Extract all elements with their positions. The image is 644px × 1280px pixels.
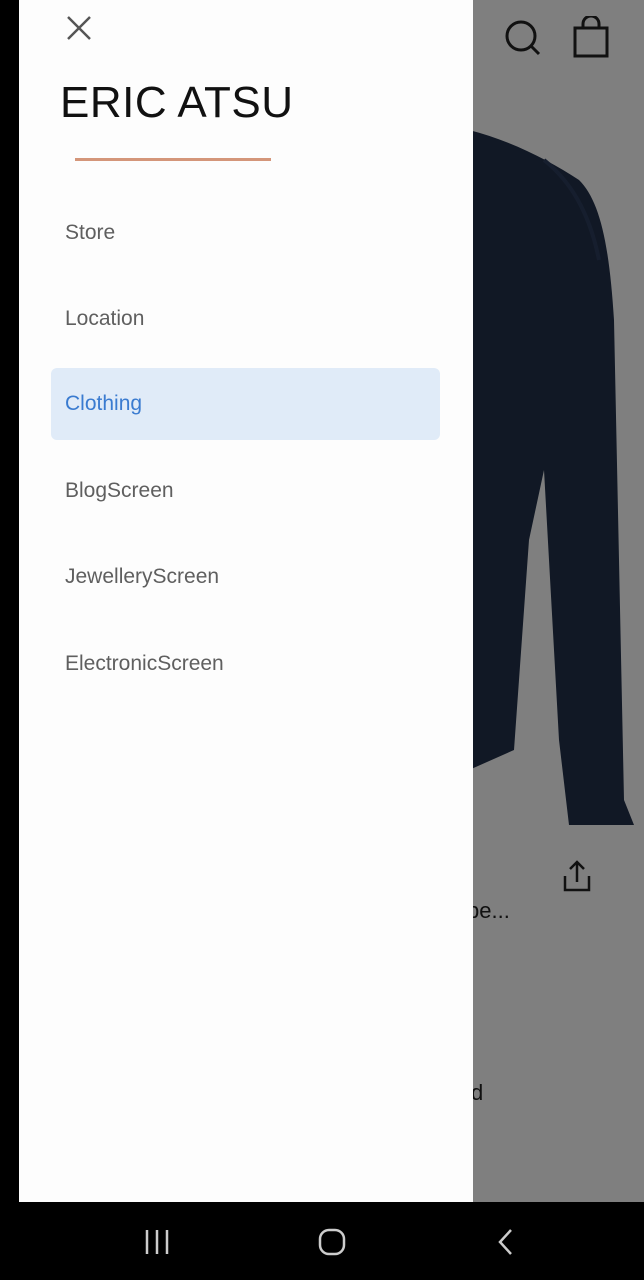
nav-item-store[interactable]: Store <box>51 197 440 269</box>
recent-apps-icon <box>145 1230 169 1254</box>
nav-item-label: BlogScreen <box>65 479 174 502</box>
nav-item-label: JewelleryScreen <box>65 565 220 588</box>
nav-item-location[interactable]: Location <box>51 283 440 355</box>
close-button[interactable] <box>59 8 99 48</box>
back-button[interactable] <box>476 1222 536 1262</box>
nav-item-jewelleryscreen[interactable]: JewelleryScreen <box>51 541 440 613</box>
recent-apps-button[interactable] <box>127 1222 187 1262</box>
nav-item-electronicscreen[interactable]: ElectronicScreen <box>51 628 440 700</box>
nav-item-clothing[interactable]: Clothing <box>51 368 440 440</box>
system-navigation-bar <box>0 1202 644 1280</box>
home-button[interactable] <box>302 1222 362 1262</box>
app-screen: pe... d ERIC ATSU Store Location Clothin… <box>19 0 644 1202</box>
home-icon <box>318 1228 346 1256</box>
navigation-drawer: ERIC ATSU Store Location Clothing BlogSc… <box>19 0 473 1202</box>
title-underline <box>75 158 271 161</box>
nav-item-label: ElectronicScreen <box>65 652 224 675</box>
nav-item-blogscreen[interactable]: BlogScreen <box>51 455 440 527</box>
nav-item-label: Store <box>65 221 116 244</box>
nav-item-label: Clothing <box>65 392 143 415</box>
close-icon <box>67 16 91 40</box>
nav-item-label: Location <box>65 307 145 330</box>
drawer-title: ERIC ATSU <box>60 78 294 127</box>
back-icon <box>498 1229 512 1255</box>
